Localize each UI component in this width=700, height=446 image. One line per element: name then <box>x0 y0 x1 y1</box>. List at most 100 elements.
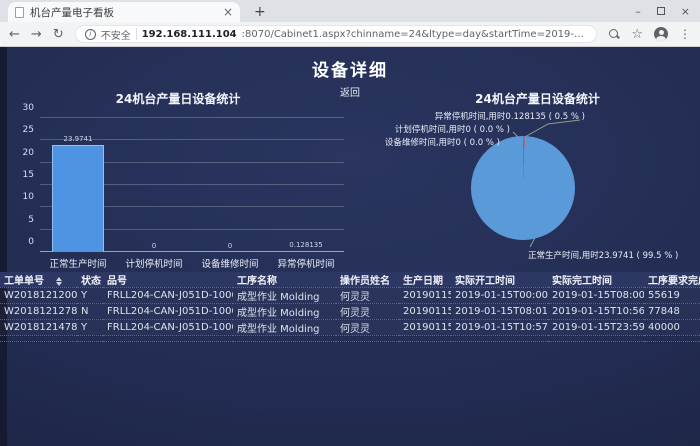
bar[interactable] <box>52 145 104 252</box>
table-cell: 2019-01-15T00:00:05.24 <box>451 288 548 304</box>
bar-slot: 23.9741正常生产时间 <box>40 118 116 252</box>
x-axis-label: 正常生产时间 <box>40 256 116 270</box>
table-cell: 何灵灵 <box>336 320 399 336</box>
url-host: 192.168.111.104 <box>142 29 237 40</box>
table-cell: 55619 <box>644 288 700 304</box>
x-axis-label: 设备维修时间 <box>192 256 268 270</box>
bar-value-label: 23.9741 <box>64 135 93 143</box>
table-cell: 2019-01-15T10:56:30.14 <box>548 304 644 320</box>
pie-label-abnormal-stop: 异常停机时间,用时0.128135 ( 0.5 % ) <box>435 110 585 122</box>
pie-chart[interactable] <box>471 136 575 240</box>
table-cell: 成型作业 Molding <box>233 320 336 336</box>
dashboard-page: 设备详细 返回 24机台产量日设备统计 05101520253023.9741正… <box>0 47 700 446</box>
table-cell: N <box>77 304 103 320</box>
bar-slot: 0.128135异常停机时间 <box>268 118 344 252</box>
profile-avatar-icon[interactable] <box>654 27 668 41</box>
table-cell: FRLL204-CAN-J051D-10000N <box>103 304 233 320</box>
table-cell: 20190115 <box>399 304 451 320</box>
table-row[interactable]: W2018121478-001YFRLL204-CAN-J051D-10000N… <box>0 320 700 336</box>
pie-label-maintenance: 设备维修时间,用时0 ( 0.0 % ) <box>385 136 500 148</box>
sort-icon[interactable] <box>56 277 62 286</box>
x-axis-label: 计划停机时间 <box>116 256 192 270</box>
page-title: 设备详细 <box>0 47 700 81</box>
table-cell: FRLL204-CAN-J051D-10000N <box>103 288 233 304</box>
column-header[interactable]: 实际开工时间 <box>451 272 548 288</box>
table-cell: Y <box>77 288 103 304</box>
url-bar[interactable]: i 不安全 192.168.111.104 :8070/Cabinet1.asp… <box>75 25 598 43</box>
close-window-button[interactable]: × <box>681 5 690 18</box>
table-header-row: 工单单号状态品号工序名称操作员姓名生产日期实际开工时间实际完工时间工序要求完成数 <box>0 272 700 288</box>
y-axis-tick: 5 <box>12 215 34 225</box>
table-cell: W2018121478-001 <box>0 320 77 336</box>
column-header[interactable]: 生产日期 <box>399 272 451 288</box>
pie-label-planned-stop: 计划停机时间,用时0 ( 0.0 % ) <box>395 123 510 135</box>
browser-tab[interactable]: 机台产量电子看板 × <box>8 2 240 22</box>
bar-value-label: 0 <box>152 242 156 250</box>
forward-icon[interactable]: → <box>31 28 42 41</box>
bookmark-star-icon[interactable]: ☆ <box>631 28 643 41</box>
column-header[interactable]: 实际完工时间 <box>548 272 644 288</box>
table-row[interactable]: W2018121200-001YFRLL204-CAN-J051D-10000N… <box>0 288 700 304</box>
table-cell: 何灵灵 <box>336 288 399 304</box>
bar-value-label: 0 <box>228 242 232 250</box>
bar-chart-plot: 05101520253023.9741正常生产时间0计划停机时间0设备维修时间0… <box>40 118 344 252</box>
pie-chart-title: 24机台产量日设备统计 <box>380 90 695 107</box>
y-axis-tick: 0 <box>12 237 34 247</box>
work-order-table-wrap: 工单单号状态品号工序名称操作员姓名生产日期实际开工时间实际完工时间工序要求完成数… <box>0 272 700 342</box>
menu-dots-icon[interactable]: ⋮ <box>679 27 691 41</box>
y-axis-tick: 15 <box>12 170 34 180</box>
table-cell: 40000 <box>644 320 700 336</box>
table-cell: 成型作业 Molding <box>233 304 336 320</box>
bar-slot: 0计划停机时间 <box>116 118 192 252</box>
page-favicon-icon <box>15 7 24 18</box>
pie-chart-panel: 24机台产量日设备统计 异常停机时间,用时0.128135 ( 0.5 % ) … <box>380 90 695 270</box>
table-cell: 2019-01-15T10:57:10.1 <box>451 320 548 336</box>
back-icon[interactable]: ← <box>9 28 20 41</box>
y-axis-tick: 20 <box>12 148 34 158</box>
column-header[interactable]: 工单单号 <box>0 272 77 288</box>
table-cell: W2018121200-001 <box>0 288 77 304</box>
empty-table-row <box>0 336 700 342</box>
maximize-button[interactable] <box>657 7 665 15</box>
info-icon[interactable]: i <box>85 29 96 40</box>
table-cell: 2019-01-15T23:59:51.75 <box>548 320 644 336</box>
column-header[interactable]: 工序要求完成数 <box>644 272 700 288</box>
minimize-button[interactable]: – <box>635 5 641 18</box>
table-cell: 20190115 <box>399 320 451 336</box>
bar-chart-title: 24机台产量日设备统计 <box>8 90 348 107</box>
table-cell: 成型作业 Molding <box>233 288 336 304</box>
column-header[interactable]: 工序名称 <box>233 272 336 288</box>
browser-toolbar: ← → ↻ i 不安全 192.168.111.104 :8070/Cabine… <box>0 22 700 47</box>
tab-title: 机台产量电子看板 <box>30 5 217 20</box>
bar-slot: 0设备维修时间 <box>192 118 268 252</box>
table-cell: 何灵灵 <box>336 304 399 320</box>
tab-close-icon[interactable]: × <box>223 5 233 19</box>
zoom-icon[interactable] <box>608 28 620 40</box>
table-cell: W2018121278-001 <box>0 304 77 320</box>
work-order-table: 工单单号状态品号工序名称操作员姓名生产日期实际开工时间实际完工时间工序要求完成数… <box>0 272 700 342</box>
refresh-icon[interactable]: ↻ <box>53 28 64 41</box>
new-tab-button[interactable]: + <box>254 5 266 19</box>
y-axis-tick: 10 <box>12 192 34 202</box>
window-controls: – × <box>635 5 690 18</box>
bar-value-label: 0.128135 <box>289 241 322 249</box>
security-label: 不安全 <box>101 27 131 42</box>
table-cell: 77848 <box>644 304 700 320</box>
browser-tabstrip: 机台产量电子看板 × + – × <box>0 0 700 22</box>
table-cell: 20190115 <box>399 288 451 304</box>
pie-label-normal-production: 正常生产时间,用时23.9741 ( 99.5 % ) <box>528 249 678 261</box>
column-header[interactable]: 操作员姓名 <box>336 272 399 288</box>
bar-chart-panel: 24机台产量日设备统计 05101520253023.9741正常生产时间0计划… <box>8 90 348 270</box>
left-edge-strip <box>0 47 7 446</box>
table-row[interactable]: W2018121278-001NFRLL204-CAN-J051D-10000N… <box>0 304 700 320</box>
url-path: :8070/Cabinet1.aspx?chinname=24&ltype=da… <box>242 29 588 40</box>
table-cell: Y <box>77 320 103 336</box>
table-cell: FRLL204-CAN-J051D-10000N <box>103 320 233 336</box>
x-axis-label: 异常停机时间 <box>268 256 344 270</box>
column-header[interactable]: 品号 <box>103 272 233 288</box>
y-axis-tick: 25 <box>12 125 34 135</box>
column-header[interactable]: 状态 <box>77 272 103 288</box>
table-cell: 2019-01-15T08:00:51.52 <box>548 288 644 304</box>
y-axis-tick: 30 <box>12 103 34 113</box>
table-cell: 2019-01-15T08:01:31.48 <box>451 304 548 320</box>
